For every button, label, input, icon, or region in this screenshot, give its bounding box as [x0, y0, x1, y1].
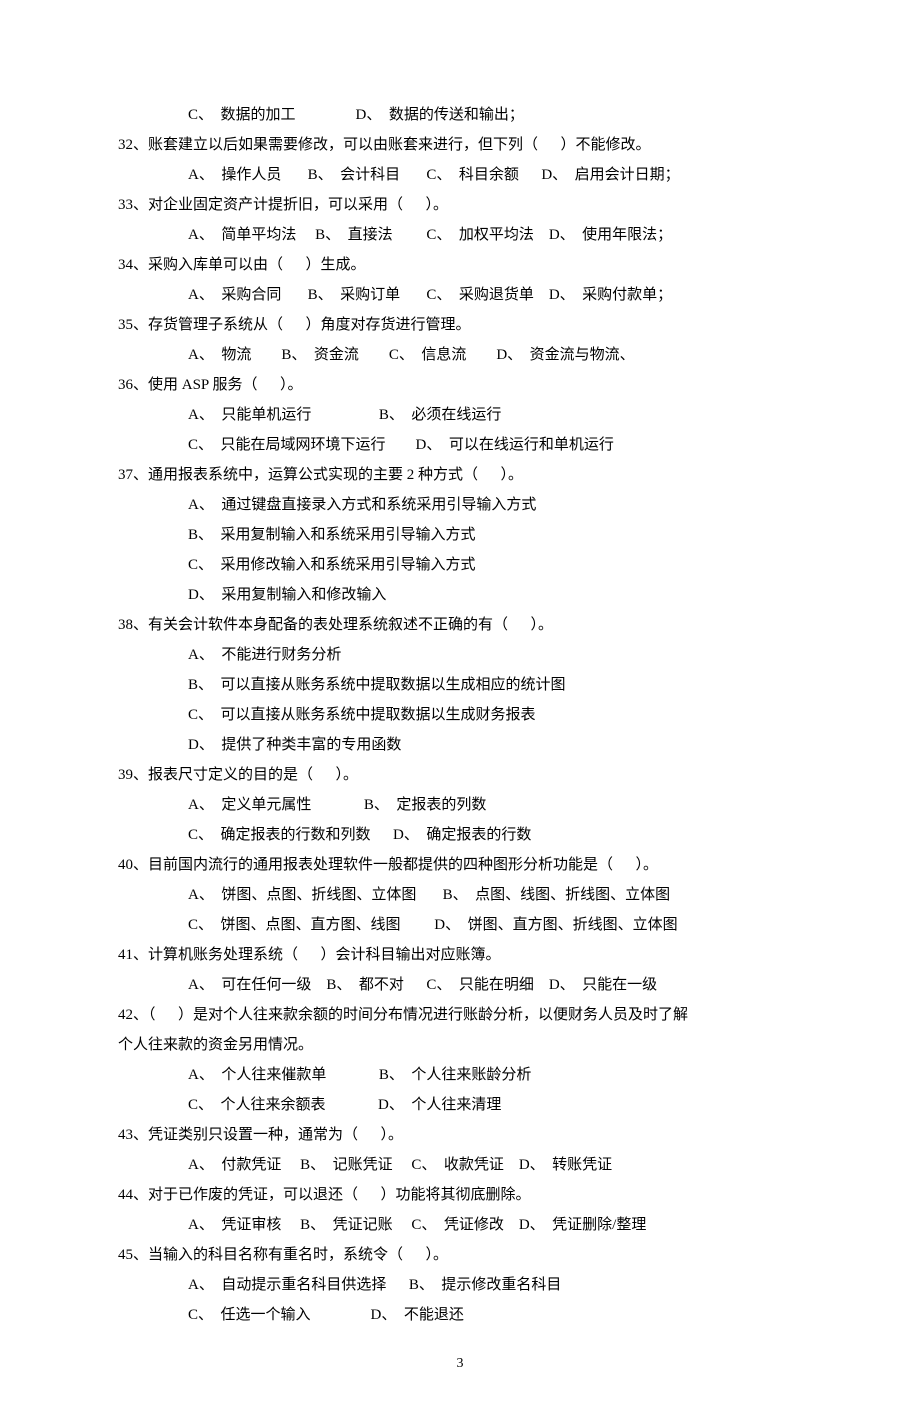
text-line: 41、计算机账务处理系统（ ）会计科目输出对应账簿。 — [118, 940, 802, 970]
text-line: 43、凭证类别只设置一种，通常为（ ）。 — [118, 1120, 802, 1150]
text-line: B、 采用复制输入和系统采用引导输入方式 — [118, 520, 802, 550]
text-line: C、 采用修改输入和系统采用引导输入方式 — [118, 550, 802, 580]
text-line: 32、账套建立以后如果需要修改，可以由账套来进行，但下列（ ）不能修改。 — [118, 130, 802, 160]
text-line: D、 采用复制输入和修改输入 — [118, 580, 802, 610]
text-line: A、 自动提示重名科目供选择 B、 提示修改重名科目 — [118, 1270, 802, 1300]
text-line: A、 采购合同 B、 采购订单 C、 采购退货单 D、 采购付款单； — [118, 280, 802, 310]
text-line: C、 确定报表的行数和列数 D、 确定报表的行数 — [118, 820, 802, 850]
text-line: 40、目前国内流行的通用报表处理软件一般都提供的四种图形分析功能是（ ）。 — [118, 850, 802, 880]
text-line: D、 提供了种类丰富的专用函数 — [118, 730, 802, 760]
text-line: C、 只能在局域网环境下运行 D、 可以在线运行和单机运行 — [118, 430, 802, 460]
text-line: C、 个人往来余额表 D、 个人往来清理 — [118, 1090, 802, 1120]
text-line: B、 可以直接从账务系统中提取数据以生成相应的统计图 — [118, 670, 802, 700]
text-line: 33、对企业固定资产计提折旧，可以采用（ ）。 — [118, 190, 802, 220]
text-line: 44、对于已作废的凭证，可以退还（ ）功能将其彻底删除。 — [118, 1180, 802, 1210]
text-line: A、 可在任何一级 B、 都不对 C、 只能在明细 D、 只能在一级 — [118, 970, 802, 1000]
document-body: C、 数据的加工 D、 数据的传送和输出；32、账套建立以后如果需要修改，可以由… — [118, 100, 802, 1330]
text-line: 34、采购入库单可以由（ ）生成。 — [118, 250, 802, 280]
text-line: C、 饼图、点图、直方图、线图 D、 饼图、直方图、折线图、立体图 — [118, 910, 802, 940]
text-line: A、 定义单元属性 B、 定报表的列数 — [118, 790, 802, 820]
text-line: 45、当输入的科目名称有重名时，系统令（ ）。 — [118, 1240, 802, 1270]
text-line: C、 数据的加工 D、 数据的传送和输出； — [118, 100, 802, 130]
page-number: 3 — [118, 1350, 802, 1378]
text-line: A、 饼图、点图、折线图、立体图 B、 点图、线图、折线图、立体图 — [118, 880, 802, 910]
text-line: A、 凭证审核 B、 凭证记账 C、 凭证修改 D、 凭证删除/整理 — [118, 1210, 802, 1240]
text-line: A、 简单平均法 B、 直接法 C、 加权平均法 D、 使用年限法； — [118, 220, 802, 250]
text-line: A、 不能进行财务分析 — [118, 640, 802, 670]
text-line: 38、有关会计软件本身配备的表处理系统叙述不正确的有（ ）。 — [118, 610, 802, 640]
text-line: A、 个人往来催款单 B、 个人往来账龄分析 — [118, 1060, 802, 1090]
text-line: 37、通用报表系统中，运算公式实现的主要 2 种方式（ ）。 — [118, 460, 802, 490]
text-line: A、 物流 B、 资金流 C、 信息流 D、 资金流与物流、 — [118, 340, 802, 370]
text-line: A、 操作人员 B、 会计科目 C、 科目余额 D、 启用会计日期； — [118, 160, 802, 190]
text-line: A、 通过键盘直接录入方式和系统采用引导输入方式 — [118, 490, 802, 520]
text-line: 35、存货管理子系统从（ ）角度对存货进行管理。 — [118, 310, 802, 340]
text-line: 36、使用 ASP 服务（ ）。 — [118, 370, 802, 400]
text-line: 39、报表尺寸定义的目的是（ ）。 — [118, 760, 802, 790]
text-line: 个人往来款的资金另用情况。 — [118, 1030, 802, 1060]
text-line: A、 付款凭证 B、 记账凭证 C、 收款凭证 D、 转账凭证 — [118, 1150, 802, 1180]
text-line: C、 可以直接从账务系统中提取数据以生成财务报表 — [118, 700, 802, 730]
text-line: 42、（ ）是对个人往来款余额的时间分布情况进行账龄分析，以便财务人员及时了解 — [118, 1000, 802, 1030]
text-line: A、 只能单机运行 B、 必须在线运行 — [118, 400, 802, 430]
text-line: C、 任选一个输入 D、 不能退还 — [118, 1300, 802, 1330]
